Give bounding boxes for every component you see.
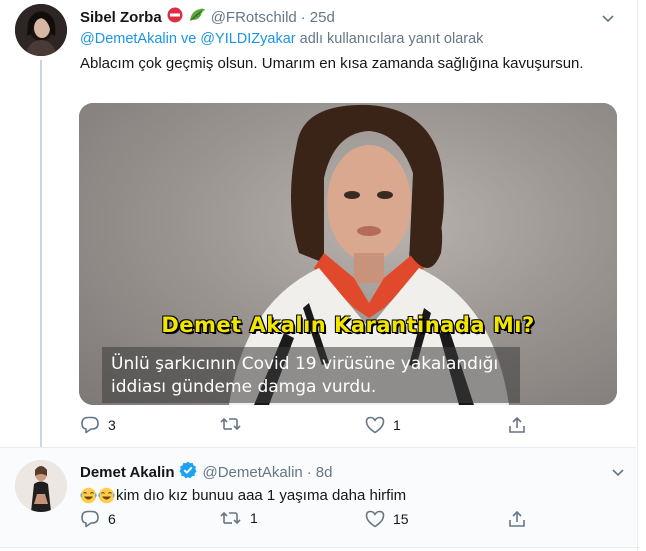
timeline: Sibel Zorba @FRotschild · 25d @DemetAkal… xyxy=(0,0,646,551)
laughing-crying-emoji xyxy=(80,487,97,504)
share-button[interactable] xyxy=(508,510,526,528)
reply-context-text: adlı kullanıcılara yanıt olarak xyxy=(295,31,484,47)
display-name[interactable]: Sibel Zorba xyxy=(80,9,162,26)
retweet-button[interactable] xyxy=(220,416,250,432)
retweet-count: 1 xyxy=(250,510,258,526)
media-caption: Ünlü şarkıcının Covid 19 virüsüne yakala… xyxy=(111,354,499,397)
timestamp[interactable]: 25d xyxy=(310,9,335,26)
retweet-icon xyxy=(220,416,242,432)
heart-icon xyxy=(365,416,385,434)
media-headline: Demet Akalın Karantinada Mı? xyxy=(161,313,535,337)
share-button[interactable] xyxy=(508,416,526,434)
tweet-text-row: kim dıo kız bunuu aaa 1 yaşıma daha hirf… xyxy=(80,485,406,506)
leaf-icon xyxy=(188,7,206,27)
timeline-bottom-border xyxy=(0,547,640,548)
like-count: 1 xyxy=(393,417,401,433)
separator-dot: · xyxy=(306,463,312,481)
reply-button[interactable]: 6 xyxy=(80,510,116,528)
tweet-header: Sibel Zorba @FRotschild · 25d xyxy=(80,7,335,27)
tweet-media-image[interactable]: Demet Akalın Karantinada Mı? Ünlü şarkıc… xyxy=(79,103,617,405)
tweet-header: Demet Akalin @DemetAkalin · 8d xyxy=(80,461,332,483)
retweet-icon xyxy=(220,510,242,526)
laughing-crying-emoji xyxy=(98,487,115,504)
share-icon xyxy=(508,510,526,528)
no-entry-icon xyxy=(167,7,183,27)
chevron-down-icon[interactable] xyxy=(612,466,624,480)
heart-icon xyxy=(365,510,385,528)
reply-count: 3 xyxy=(108,417,116,433)
reply-icon xyxy=(80,510,100,528)
retweet-button[interactable]: 1 xyxy=(220,510,258,526)
mention-link[interactable]: @YILDIZyakar xyxy=(200,31,295,47)
chevron-down-icon[interactable] xyxy=(602,12,614,26)
tweet-actions: 6 1 15 xyxy=(80,510,540,534)
avatar[interactable] xyxy=(15,460,67,512)
verified-badge-icon xyxy=(179,461,198,483)
reply-icon xyxy=(80,416,100,434)
mention-link[interactable]: @DemetAkalin xyxy=(80,31,177,47)
timestamp[interactable]: 8d xyxy=(316,464,333,481)
avatar[interactable] xyxy=(15,4,67,56)
like-button[interactable]: 15 xyxy=(365,510,409,528)
display-name[interactable]: Demet Akalin xyxy=(80,464,174,481)
reply-count: 6 xyxy=(108,511,116,527)
column-border xyxy=(637,0,638,551)
share-icon xyxy=(508,416,526,434)
user-handle[interactable]: @DemetAkalin xyxy=(202,464,302,481)
tweet-text: Ablacım çok geçmiş olsun. Umarım en kısa… xyxy=(80,55,584,72)
tweet-actions: 3 1 xyxy=(80,416,540,440)
replying-to: @DemetAkalin ve @YILDIZyakar adlı kullan… xyxy=(80,31,483,47)
thread-line xyxy=(40,60,42,447)
tweet-sibel[interactable]: Sibel Zorba @FRotschild · 25d @DemetAkal… xyxy=(0,0,636,447)
separator-dot: · xyxy=(300,8,306,26)
tweet-text: kim dıo kız bunuu aaa 1 yaşıma daha hirf… xyxy=(116,487,407,504)
like-button[interactable]: 1 xyxy=(365,416,401,434)
like-count: 15 xyxy=(393,511,409,527)
mention-conjunction: ve xyxy=(176,31,201,47)
user-handle[interactable]: @FRotschild xyxy=(211,9,297,26)
reply-button[interactable]: 3 xyxy=(80,416,116,434)
